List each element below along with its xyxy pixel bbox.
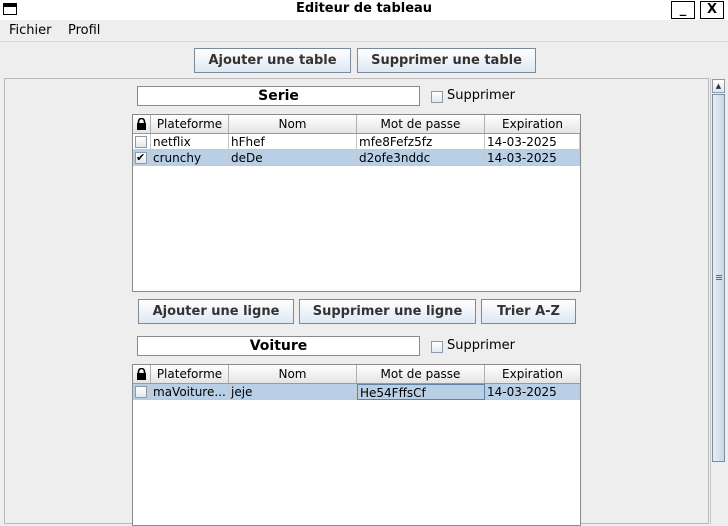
column-header-plateforme[interactable]: Plateforme [151,365,229,383]
row-checkbox-cell[interactable] [133,134,151,150]
vertical-scrollbar[interactable]: ▲ [710,78,726,524]
cell-nom[interactable]: deDe [229,150,357,166]
row-checkbox[interactable] [135,386,147,398]
column-header-expiration[interactable]: Expiration [485,365,580,383]
close-button[interactable]: X [700,1,724,19]
add-row-button[interactable]: Ajouter une ligne [138,299,294,324]
table-name-input[interactable]: Voiture [137,336,420,356]
table-header: Plateforme Nom Mot de passe Expiration [133,115,580,134]
delete-table-checkbox[interactable] [431,341,443,353]
lock-column-header[interactable] [133,365,151,383]
data-table[interactable]: Plateforme Nom Mot de passe Expiration n… [132,114,581,292]
cell-plateforme[interactable]: netflix [151,134,229,150]
column-header-nom[interactable]: Nom [229,365,357,383]
thumb-grip [716,277,722,278]
thumb-grip [716,279,722,280]
column-header-nom[interactable]: Nom [229,115,357,133]
delete-table-label: Supprimer [447,338,515,353]
column-header-mot-de-passe[interactable]: Mot de passe [357,365,485,383]
table-header: Plateforme Nom Mot de passe Expiration [133,365,580,384]
column-header-mot-de-passe[interactable]: Mot de passe [357,115,485,133]
cell-plateforme[interactable]: crunchy [151,150,229,166]
data-table[interactable]: Plateforme Nom Mot de passe Expiration m… [132,364,581,526]
row-checkbox[interactable] [135,136,147,148]
cell-mot-de-passe[interactable]: He54FffsCf [357,384,485,400]
add-table-button[interactable]: Ajouter une table [194,48,351,73]
menu-fichier[interactable]: Fichier [9,23,52,38]
cell-expiration[interactable]: 14-03-2025 [485,384,580,400]
row-checkbox-cell[interactable] [133,150,151,166]
cell-nom[interactable]: hFhef [229,134,357,150]
table-row[interactable]: netflix hFhef mfe8Fefz5fz 14-03-2025 [133,134,580,150]
delete-table-button[interactable]: Supprimer une table [357,48,536,73]
scrollbar-thumb[interactable] [712,94,725,462]
menu-profil[interactable]: Profil [68,23,100,38]
table-name-input[interactable]: Serie [137,86,420,106]
delete-table-label: Supprimer [447,88,515,103]
row-checkbox[interactable] [135,150,147,165]
sort-button[interactable]: Trier A-Z [481,299,576,324]
cell-mot-de-passe[interactable]: mfe8Fefz5fz [357,134,485,150]
scroll-up-arrow-icon[interactable]: ▲ [712,79,725,93]
delete-row-button[interactable]: Supprimer une ligne [299,299,476,324]
row-checkbox-cell[interactable] [133,384,151,400]
title-bar: Editeur de tableau _ X [0,0,728,21]
thumb-grip [716,275,722,276]
lock-icon [137,368,146,380]
lock-icon [137,118,146,130]
cell-plateforme[interactable]: maVoiture... [151,384,229,400]
column-header-expiration[interactable]: Expiration [485,115,580,133]
cell-expiration[interactable]: 14-03-2025 [485,150,580,166]
cell-expiration[interactable]: 14-03-2025 [485,134,580,150]
column-header-plateforme[interactable]: Plateforme [151,115,229,133]
table-row[interactable]: crunchy deDe d2ofe3nddc 14-03-2025 [133,150,580,166]
minimize-button[interactable]: _ [671,1,695,19]
window-title: Editeur de tableau [295,1,433,16]
cell-nom[interactable]: jeje [229,384,357,400]
delete-table-checkbox[interactable] [431,91,443,103]
table-row[interactable]: maVoiture... jeje He54FffsCf 14-03-2025 [133,384,580,400]
cell-mot-de-passe[interactable]: d2ofe3nddc [357,150,485,166]
menu-bar: Fichier Profil [0,20,728,42]
lock-column-header[interactable] [133,115,151,133]
